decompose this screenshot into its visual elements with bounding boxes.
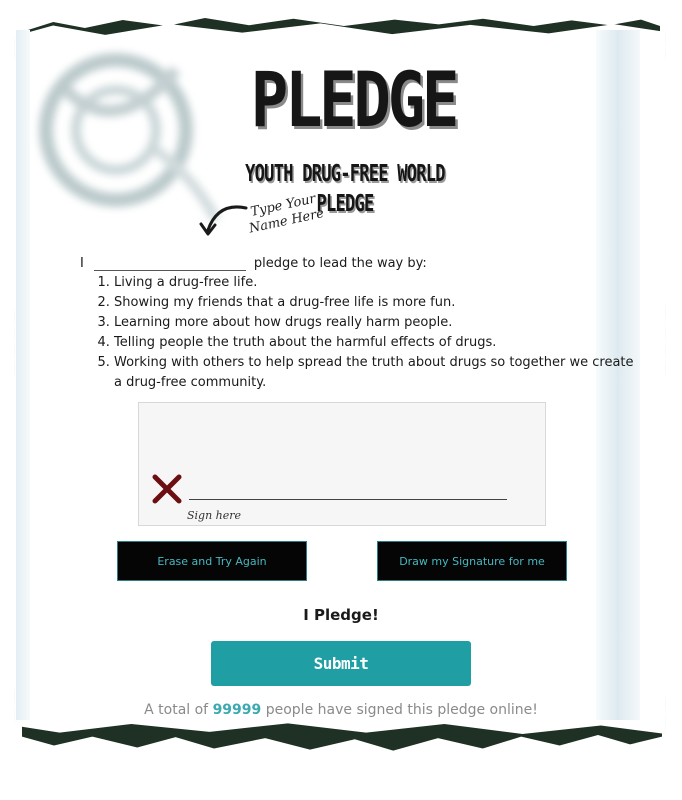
erase-button[interactable]: Erase and Try Again [117, 541, 307, 581]
page-title: PLEDGE [250, 55, 460, 144]
pledge-heading: I Pledge! [303, 606, 379, 624]
pledge-prefix: I [80, 256, 84, 271]
pledge-item: Working with others to help spread the t… [114, 353, 634, 393]
name-input[interactable] [93, 252, 246, 271]
pledge-suffix: pledge to lead the way by: [253, 256, 427, 271]
total-suffix: people have signed this pledge online! [265, 702, 538, 718]
pledge-item: Learning more about how drugs really har… [114, 313, 634, 333]
pledge-item: Showing my friends that a drug-free life… [114, 293, 634, 313]
draw-signature-button[interactable]: Draw my Signature for me [377, 541, 567, 581]
pledge-item: Living a drug-free life. [114, 273, 634, 293]
pledge-list: Living a drug-free life. Showing my frie… [74, 273, 634, 393]
signature-pad[interactable]: Sign here [138, 402, 546, 526]
signature-line [189, 499, 507, 500]
signature-count-text: A total of 99999 people have signed this… [90, 702, 592, 718]
submit-button[interactable]: Submit [211, 641, 471, 686]
signature-count: 99999 [212, 702, 262, 718]
sign-here-label: Sign here [187, 509, 242, 522]
pledge-intro: I pledge to lead the way by: [80, 252, 500, 271]
x-mark-icon [152, 474, 182, 504]
total-prefix: A total of [144, 702, 209, 718]
background-stripe-left [16, 30, 30, 720]
pledge-item: Telling people the truth about the harmf… [114, 333, 634, 353]
